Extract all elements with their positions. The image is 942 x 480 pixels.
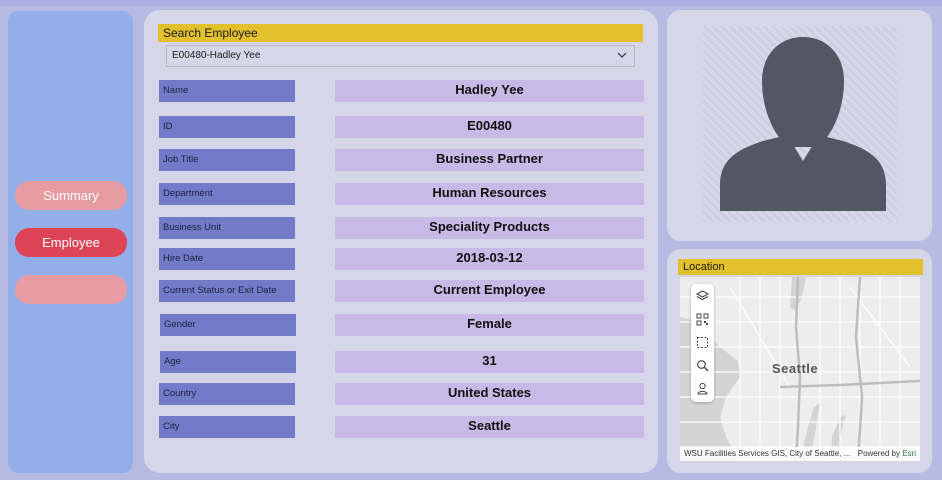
field-value-status: Current Employee bbox=[335, 280, 644, 302]
field-label-business-unit: Business Unit bbox=[159, 217, 295, 239]
field-label-status: Current Status or Exit Date bbox=[159, 280, 295, 302]
field-label-hire-date: Hire Date bbox=[159, 248, 295, 270]
field-label-name: Name bbox=[159, 80, 295, 102]
nav-blank-button[interactable] bbox=[15, 275, 127, 304]
field-value-business-unit: Speciality Products bbox=[335, 217, 644, 239]
map-attribution-text: WSU Facilities Services GIS, City of Sea… bbox=[684, 449, 851, 458]
employee-search-selected: E00480-Hadley Yee bbox=[172, 50, 261, 61]
map-powered-by: Powered by Esri bbox=[858, 447, 916, 461]
field-value-department: Human Resources bbox=[335, 183, 644, 205]
map-attribution: WSU Facilities Services GIS, City of Sea… bbox=[680, 447, 920, 461]
field-value-city: Seattle bbox=[335, 416, 644, 438]
top-strip bbox=[0, 0, 942, 6]
field-label-gender: Gender bbox=[160, 314, 296, 336]
field-label-country: Country bbox=[159, 383, 295, 405]
field-value-country: United States bbox=[335, 383, 644, 405]
qr-select-icon[interactable] bbox=[695, 312, 710, 327]
map-city-label: Seattle bbox=[772, 361, 819, 376]
location-title: Location bbox=[678, 259, 923, 275]
layers-icon[interactable] bbox=[695, 289, 710, 304]
field-label-city: City bbox=[159, 416, 295, 438]
search-employee-title: Search Employee bbox=[158, 24, 643, 42]
field-value-gender: Female bbox=[335, 314, 644, 336]
nav-employee-button[interactable]: Employee bbox=[15, 228, 127, 257]
powered-by-text: Powered by bbox=[857, 449, 900, 458]
nav-summary-button[interactable]: Summary bbox=[15, 181, 127, 210]
field-value-name: Hadley Yee bbox=[335, 80, 644, 102]
person-locate-icon[interactable] bbox=[695, 381, 710, 396]
person-silhouette-icon bbox=[720, 37, 886, 211]
chevron-down-icon bbox=[617, 52, 627, 58]
employee-search-dropdown[interactable]: E00480-Hadley Yee bbox=[166, 45, 635, 67]
search-icon[interactable] bbox=[695, 358, 710, 373]
rectangle-select-icon[interactable] bbox=[695, 335, 710, 350]
field-label-department: Department bbox=[159, 183, 295, 205]
esri-link[interactable]: Esri bbox=[902, 449, 916, 458]
field-value-hire-date: 2018-03-12 bbox=[335, 248, 644, 270]
field-value-job-title: Business Partner bbox=[335, 149, 644, 171]
field-label-id: ID bbox=[159, 116, 295, 138]
field-label-age: Age bbox=[160, 351, 296, 373]
map-toolbar bbox=[691, 284, 714, 402]
field-value-id: E00480 bbox=[335, 116, 644, 138]
field-value-age: 31 bbox=[335, 351, 644, 373]
field-label-job-title: Job Title bbox=[159, 149, 295, 171]
